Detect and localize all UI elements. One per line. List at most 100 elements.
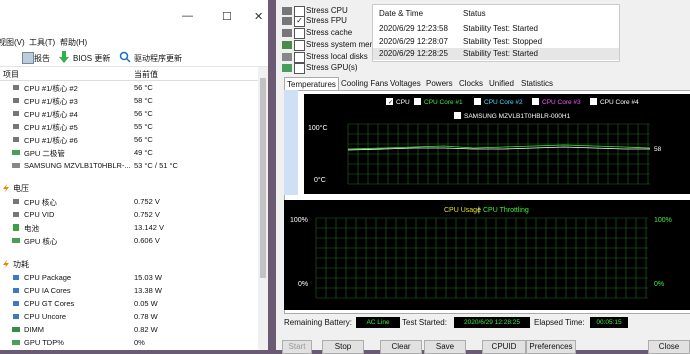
chip-icon [13,212,19,217]
lightning-icon [3,260,9,268]
check-mark-icon: ✓ [388,100,393,106]
sensor-row[interactable]: GPU 二极管 49 °C [0,147,258,159]
sensor-row[interactable]: CPU Uncore 0.78 W [0,311,258,323]
tab-temperatures[interactable]: Temperatures [284,77,339,91]
tab-cooling-fans[interactable]: Cooling Fans [339,77,390,90]
stress-cache-label: Stress cache [306,28,353,37]
gpu-icon [12,150,20,155]
log-header-date[interactable]: Date & Time [379,9,423,18]
stress-fpu-checkbox[interactable]: ✓ [294,16,305,27]
legend-core2-checkbox[interactable] [474,98,481,105]
report-button[interactable]: 报告 [34,53,50,64]
stress-memory-checkbox[interactable] [294,40,305,51]
menu-view[interactable]: 视图(V) [0,37,25,48]
chip-icon [13,314,19,319]
sensor-label: CPU #1/核心 #5 [24,123,78,132]
log-header-status[interactable]: Status [463,9,486,18]
toolbar: 报告 BIOS 更新 驱动程序更新 [0,48,268,67]
close-icon[interactable]: ✕ [254,10,263,23]
cache-icon [282,29,292,37]
preferences-button[interactable]: Preferences [526,340,576,354]
graph-selector-strip[interactable] [284,90,298,195]
cpuid-button[interactable]: CPUID [482,340,526,354]
chip-icon [13,111,19,116]
start-button[interactable]: Start [282,340,312,354]
sensor-row[interactable]: CPU IA Cores 13.38 W [0,285,258,297]
log-row[interactable]: 2020/6/29 12:23:58 Stability Test: Starte… [373,23,619,35]
sensor-row[interactable]: DIMM 0.82 W [0,324,258,336]
log-row[interactable]: 2020/6/29 12:28:25 Stability Test: Starte… [373,48,619,60]
sensor-row[interactable]: 电池 13.142 V [0,222,258,234]
sensor-row[interactable]: SAMSUNG MZVLB1T0HBLR-... 53 °C / 51 °C [0,160,258,172]
stress-gpu-checkbox[interactable] [294,63,305,74]
sensor-label: CPU Uncore [24,312,67,321]
sensor-row[interactable]: CPU #1/核心 #3 58 °C [0,95,258,107]
tab-voltages[interactable]: Voltages [388,77,423,90]
menu-tools[interactable]: 工具(T) [29,37,55,48]
scrollbar-thumb[interactable] [260,78,266,278]
sensor-value: 55 °C [134,122,153,131]
sensor-row[interactable]: CPU 核心 0.752 V [0,196,258,208]
chip-icon [13,85,19,90]
sensor-row[interactable]: CPU #1/核心 #4 56 °C [0,108,258,120]
section-voltage[interactable]: 电压 [0,182,258,194]
sensor-row[interactable]: CPU #1/核心 #5 55 °C [0,121,258,133]
chip-icon [13,288,19,293]
legend-core3-checkbox[interactable] [532,98,539,105]
temperature-graph: ✓ CPU CPU Core #1 CPU Core #2 CPU Core #… [304,94,690,194]
tab-clocks[interactable]: Clocks [457,77,485,90]
column-item[interactable]: 项目 [3,69,19,80]
sensor-label: CPU Package [24,273,72,282]
sensor-row[interactable]: CPU GT Cores 0.05 W [0,298,258,310]
event-log-table[interactable]: Date & Time Status 2020/6/29 12:23:58 Sta… [372,4,620,62]
stress-cache-checkbox[interactable] [294,28,305,39]
tab-strip: Temperatures Cooling Fans Voltages Power… [284,77,559,91]
tab-powers[interactable]: Powers [424,77,455,90]
section-label: 功耗 [13,260,29,269]
stop-button[interactable]: Stop [322,340,364,354]
search-icon[interactable] [119,51,131,63]
download-arrow-icon[interactable] [58,50,70,64]
sensor-value: 53 °C / 51 °C [134,161,178,170]
sensor-row[interactable]: CPU VID 0.752 V [0,209,258,221]
stress-disks-checkbox[interactable] [294,52,305,63]
cpu-icon [282,7,292,15]
minimize-icon[interactable]: — [182,10,193,22]
save-button[interactable]: Save [424,340,466,354]
column-value[interactable]: 当前值 [134,69,158,80]
legend-core4-checkbox[interactable] [590,98,597,105]
section-power[interactable]: 功耗 [0,258,258,270]
sensor-row[interactable]: CPU #1/核心 #6 56 °C [0,134,258,146]
sensor-row[interactable]: GPU TDP% 0% [0,337,258,349]
menu-bar: 视图(V) 工具(T) 帮助(H) [0,34,268,48]
sensor-value: 0.752 V [134,210,160,219]
maximize-icon[interactable]: ☐ [222,10,232,23]
report-icon[interactable] [22,52,34,64]
sensor-value: 49 °C [134,148,153,157]
bios-update-button[interactable]: BIOS 更新 [73,53,110,64]
stress-cpu-label: Stress CPU [306,6,348,15]
sensor-value: 56 °C [134,135,153,144]
log-row[interactable]: 2020/6/29 12:28:07 Stability Test: Stoppe… [373,36,619,48]
sensor-row[interactable]: CPU #1/核心 #2 56 °C [0,82,258,94]
close-button[interactable]: Close [648,340,690,354]
cpu-throttling-label: CPU Throttling [483,207,529,214]
sensor-row[interactable]: CPU Package 15.03 W [0,272,258,284]
sensor-row[interactable]: GPU 核心 0.606 V [0,235,258,247]
chip-icon [13,137,19,142]
log-date: 2020/6/29 12:28:07 [379,37,448,46]
test-started-label: Test Started: [402,318,447,327]
legend-core1-checkbox[interactable] [414,98,421,105]
menu-help[interactable]: 帮助(H) [60,37,87,48]
tab-unified[interactable]: Unified [487,77,516,90]
log-date: 2020/6/29 12:28:25 [379,49,448,58]
clear-button[interactable]: Clear [380,340,422,354]
legend-core4-label: CPU Core #4 [600,99,639,106]
legend-ssd-checkbox[interactable] [454,112,461,119]
log-status: Stability Test: Started [463,49,538,58]
cpu-usage-graph: CPU Usage | CPU Throttling 100% 0% 100% … [284,200,690,310]
y-min-right-label: 0% [654,281,664,288]
tab-statistics[interactable]: Statistics [519,77,555,90]
chip-icon [13,199,19,204]
driver-update-button[interactable]: 驱动程序更新 [134,53,182,64]
